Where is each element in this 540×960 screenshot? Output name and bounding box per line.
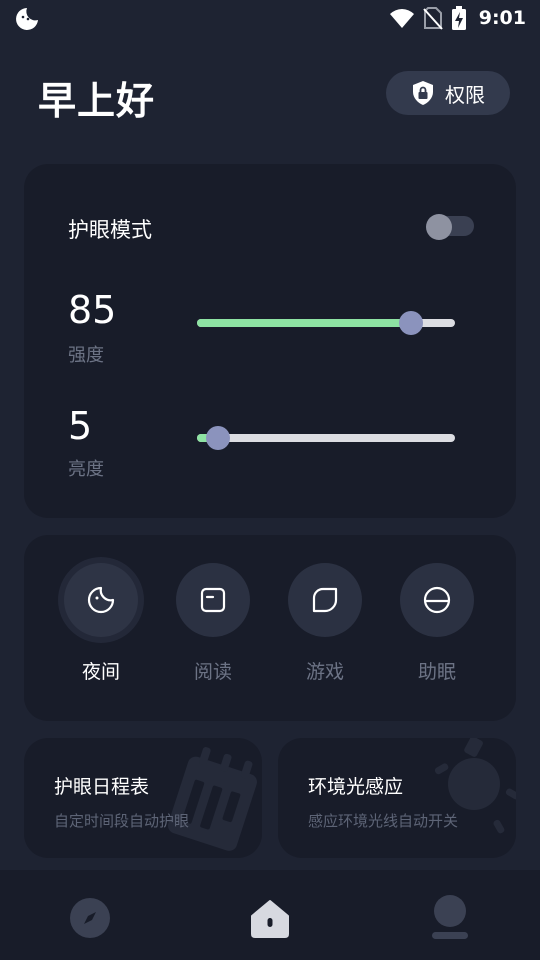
battery-charging-icon — [451, 6, 466, 30]
mode-sleep[interactable]: 助眠 — [395, 563, 479, 684]
nav-discover[interactable] — [66, 894, 114, 942]
mode-reading-label: 阅读 — [193, 661, 232, 683]
permission-label: 权限 — [445, 82, 485, 107]
schedule-subtitle: 自定时间段自动护眼 — [54, 812, 190, 830]
eye-care-title: 护眼模式 — [68, 218, 152, 242]
mode-gaming[interactable]: 游戏 — [283, 563, 367, 684]
ambient-subtitle: 感应环境光线自动开关 — [308, 812, 459, 830]
mode-reading-circle — [176, 563, 250, 637]
brightness-label: 亮度 — [68, 459, 104, 480]
profile-icon — [432, 895, 468, 939]
status-bar: 9:01 — [0, 0, 540, 36]
ambient-light-card[interactable]: 环境光感应 感应环境光线自动开关 — [278, 738, 516, 858]
nav-home[interactable] — [246, 894, 294, 942]
nav-profile[interactable] — [426, 894, 474, 942]
intensity-slider[interactable] — [197, 309, 455, 337]
schedule-card[interactable]: 护眼日程表 自定时间段自动护眼 — [24, 738, 262, 858]
mode-night[interactable]: 夜间 — [59, 563, 143, 684]
leaf-icon — [312, 587, 338, 613]
status-icons: 9:01 — [389, 5, 526, 31]
light-sensor-icon — [434, 738, 516, 834]
shield-lock-icon — [413, 81, 433, 105]
wifi-icon — [389, 9, 414, 28]
mode-night-label: 夜间 — [81, 661, 120, 683]
calendar-icon — [167, 747, 257, 851]
book-icon — [200, 587, 226, 613]
eye-care-card: 护眼模式 85 强度 5 亮度 — [24, 164, 516, 518]
intensity-value: 85 — [68, 288, 117, 332]
toggle-knob — [426, 214, 452, 240]
mode-gaming-circle — [288, 563, 362, 637]
greeting-title: 早上好 — [38, 79, 156, 123]
bottom-nav — [0, 870, 540, 960]
mode-gaming-label: 游戏 — [305, 661, 344, 683]
mode-sleep-circle — [400, 563, 474, 637]
brightness-value: 5 — [68, 404, 93, 448]
intensity-label: 强度 — [68, 345, 104, 366]
slider-thumb[interactable] — [206, 426, 230, 450]
modes-card: 夜间 阅读 游戏 助眠 — [24, 535, 516, 721]
home-icon — [251, 900, 289, 938]
compass-icon — [70, 898, 110, 938]
slider-thumb[interactable] — [399, 311, 423, 335]
moon-icon — [87, 586, 115, 614]
slider-track — [197, 434, 455, 442]
schedule-title: 护眼日程表 — [54, 776, 150, 798]
permission-button[interactable]: 权限 — [386, 71, 510, 115]
mode-night-circle — [64, 563, 138, 637]
mode-sleep-label: 助眠 — [417, 661, 456, 683]
sleep-icon — [423, 586, 451, 614]
eye-care-toggle[interactable] — [426, 214, 474, 240]
no-sim-icon — [422, 7, 443, 30]
status-time: 9:01 — [478, 7, 526, 29]
slider-fill — [197, 319, 411, 327]
ambient-title: 环境光感应 — [308, 776, 404, 798]
brightness-slider[interactable] — [197, 424, 455, 452]
moon-icon — [16, 8, 38, 30]
mode-reading[interactable]: 阅读 — [171, 563, 255, 684]
